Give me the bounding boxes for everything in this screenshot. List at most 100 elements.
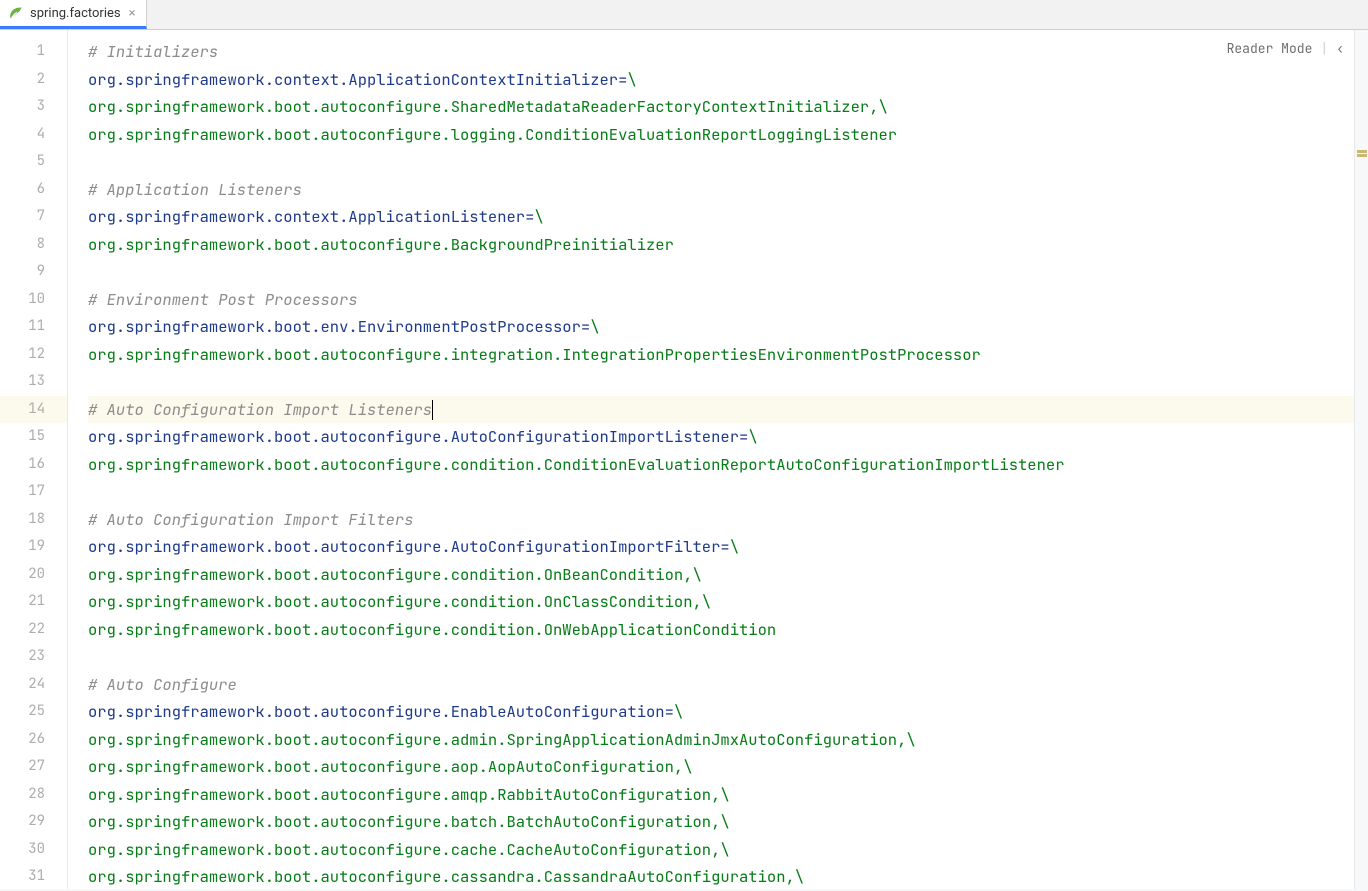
property-key: org.springframework.boot.autoconfigure.E…	[88, 701, 665, 722]
line-number[interactable]: 7	[0, 203, 67, 231]
property-key: org.springframework.boot.autoconfigure.A…	[88, 536, 720, 557]
code-line[interactable]: org.springframework.boot.autoconfigure.E…	[88, 698, 1368, 726]
property-value: org.springframework.boot.autoconfigure.a…	[88, 784, 730, 805]
line-number[interactable]: 1	[0, 38, 67, 66]
code-comment: # Environment Post Processors	[88, 289, 358, 310]
property-value: org.springframework.boot.autoconfigure.b…	[88, 811, 730, 832]
property-separator: =	[581, 316, 590, 337]
code-editor-area[interactable]: Reader Mode | ‹ # Initializers org.spring…	[68, 30, 1368, 889]
code-line[interactable]	[88, 258, 1368, 286]
line-number[interactable]: 21	[0, 588, 67, 616]
line-number[interactable]: 8	[0, 231, 67, 259]
code-line[interactable]: org.springframework.boot.autoconfigure.c…	[88, 836, 1368, 864]
code-line[interactable]: org.springframework.context.ApplicationC…	[88, 66, 1368, 94]
line-number[interactable]: 31	[0, 863, 67, 891]
property-value: \	[627, 69, 636, 90]
reader-mode-toggle[interactable]: Reader Mode | ‹	[1227, 40, 1344, 57]
code-line[interactable]: org.springframework.context.ApplicationL…	[88, 203, 1368, 231]
code-line[interactable]: org.springframework.boot.autoconfigure.a…	[88, 753, 1368, 781]
code-comment: # Auto Configuration Import Listeners	[88, 399, 432, 420]
line-number[interactable]: 27	[0, 753, 67, 781]
code-line[interactable]: org.springframework.boot.autoconfigure.c…	[88, 588, 1368, 616]
property-value: org.springframework.boot.autoconfigure.a…	[88, 756, 693, 777]
code-line[interactable]: org.springframework.boot.autoconfigure.l…	[88, 121, 1368, 149]
code-line[interactable]: org.springframework.boot.autoconfigure.S…	[88, 93, 1368, 121]
code-line[interactable]: org.springframework.boot.autoconfigure.i…	[88, 341, 1368, 369]
line-number[interactable]: 24	[0, 671, 67, 699]
property-value: \	[730, 536, 739, 557]
line-number[interactable]: 12	[0, 341, 67, 369]
line-number[interactable]: 19	[0, 533, 67, 561]
property-value: org.springframework.boot.autoconfigure.c…	[88, 454, 1065, 475]
property-key: org.springframework.boot.autoconfigure.A…	[88, 426, 739, 447]
editor-scrollbar-track[interactable]	[1354, 30, 1368, 889]
line-number[interactable]: 20	[0, 561, 67, 589]
code-line[interactable]: # Auto Configuration Import Listeners	[88, 396, 1368, 424]
scroll-marker	[1357, 150, 1367, 153]
code-line[interactable]	[88, 478, 1368, 506]
code-line[interactable]: org.springframework.boot.autoconfigure.A…	[88, 533, 1368, 561]
code-line[interactable]	[88, 148, 1368, 176]
line-number[interactable]: 28	[0, 781, 67, 809]
line-number[interactable]: 11	[0, 313, 67, 341]
code-line[interactable]: org.springframework.boot.env.Environment…	[88, 313, 1368, 341]
code-line[interactable]: # Application Listeners	[88, 176, 1368, 204]
code-line[interactable]: # Auto Configuration Import Filters	[88, 506, 1368, 534]
editor-tab-bar: spring.factories ×	[0, 0, 1368, 30]
code-line[interactable]	[88, 368, 1368, 396]
line-number[interactable]: 22	[0, 616, 67, 644]
line-number[interactable]: 2	[0, 66, 67, 94]
line-number[interactable]: 16	[0, 451, 67, 479]
code-line[interactable]: org.springframework.boot.autoconfigure.c…	[88, 451, 1368, 479]
code-line[interactable]: # Auto Configure	[88, 671, 1368, 699]
line-number[interactable]: 30	[0, 836, 67, 864]
line-number[interactable]: 26	[0, 726, 67, 754]
line-number[interactable]: 6	[0, 176, 67, 204]
editor-tab-spring-factories[interactable]: spring.factories ×	[0, 0, 147, 29]
code-line[interactable]: org.springframework.boot.autoconfigure.b…	[88, 808, 1368, 836]
property-value: org.springframework.boot.autoconfigure.c…	[88, 866, 804, 887]
line-number[interactable]: 3	[0, 93, 67, 121]
property-key: org.springframework.context.ApplicationC…	[88, 69, 618, 90]
scroll-marker	[1357, 154, 1367, 157]
chevron-left-icon[interactable]: ‹	[1336, 40, 1344, 57]
property-key: org.springframework.context.ApplicationL…	[88, 206, 525, 227]
line-number[interactable]: 14	[0, 396, 67, 424]
property-value: \	[674, 701, 683, 722]
code-line[interactable]	[88, 643, 1368, 671]
code-comment: # Auto Configuration Import Filters	[88, 509, 414, 530]
code-line[interactable]: # Initializers	[88, 38, 1368, 66]
code-line[interactable]: org.springframework.boot.autoconfigure.c…	[88, 561, 1368, 589]
line-number[interactable]: 9	[0, 258, 67, 286]
text-caret	[432, 400, 433, 420]
line-number[interactable]: 23	[0, 643, 67, 671]
property-value: org.springframework.boot.autoconfigure.a…	[88, 729, 916, 750]
line-number[interactable]: 13	[0, 368, 67, 396]
code-line[interactable]: org.springframework.boot.autoconfigure.A…	[88, 423, 1368, 451]
code-line[interactable]: # Environment Post Processors	[88, 286, 1368, 314]
property-value: org.springframework.boot.autoconfigure.B…	[88, 234, 674, 255]
line-number[interactable]: 15	[0, 423, 67, 451]
line-number[interactable]: 29	[0, 808, 67, 836]
line-number[interactable]: 17	[0, 478, 67, 506]
code-line[interactable]: org.springframework.boot.autoconfigure.c…	[88, 863, 1368, 889]
line-number[interactable]: 5	[0, 148, 67, 176]
close-tab-icon[interactable]: ×	[127, 6, 138, 21]
property-value: org.springframework.boot.autoconfigure.c…	[88, 564, 702, 585]
code-line[interactable]: org.springframework.boot.autoconfigure.B…	[88, 231, 1368, 259]
property-value: org.springframework.boot.autoconfigure.c…	[88, 839, 730, 860]
code-line[interactable]: org.springframework.boot.autoconfigure.c…	[88, 616, 1368, 644]
line-number[interactable]: 25	[0, 698, 67, 726]
code-line[interactable]: org.springframework.boot.autoconfigure.a…	[88, 781, 1368, 809]
line-number[interactable]: 18	[0, 506, 67, 534]
property-value: \	[748, 426, 757, 447]
line-number[interactable]: 4	[0, 121, 67, 149]
property-value: org.springframework.boot.autoconfigure.c…	[88, 619, 776, 640]
code-comment: # Initializers	[88, 41, 218, 62]
reader-mode-label: Reader Mode	[1227, 40, 1313, 57]
line-number[interactable]: 10	[0, 286, 67, 314]
line-number-gutter[interactable]: 1234567891011121314151617181920212223242…	[0, 30, 68, 889]
property-value: org.springframework.boot.autoconfigure.i…	[88, 344, 981, 365]
divider: |	[1320, 40, 1328, 57]
code-line[interactable]: org.springframework.boot.autoconfigure.a…	[88, 726, 1368, 754]
